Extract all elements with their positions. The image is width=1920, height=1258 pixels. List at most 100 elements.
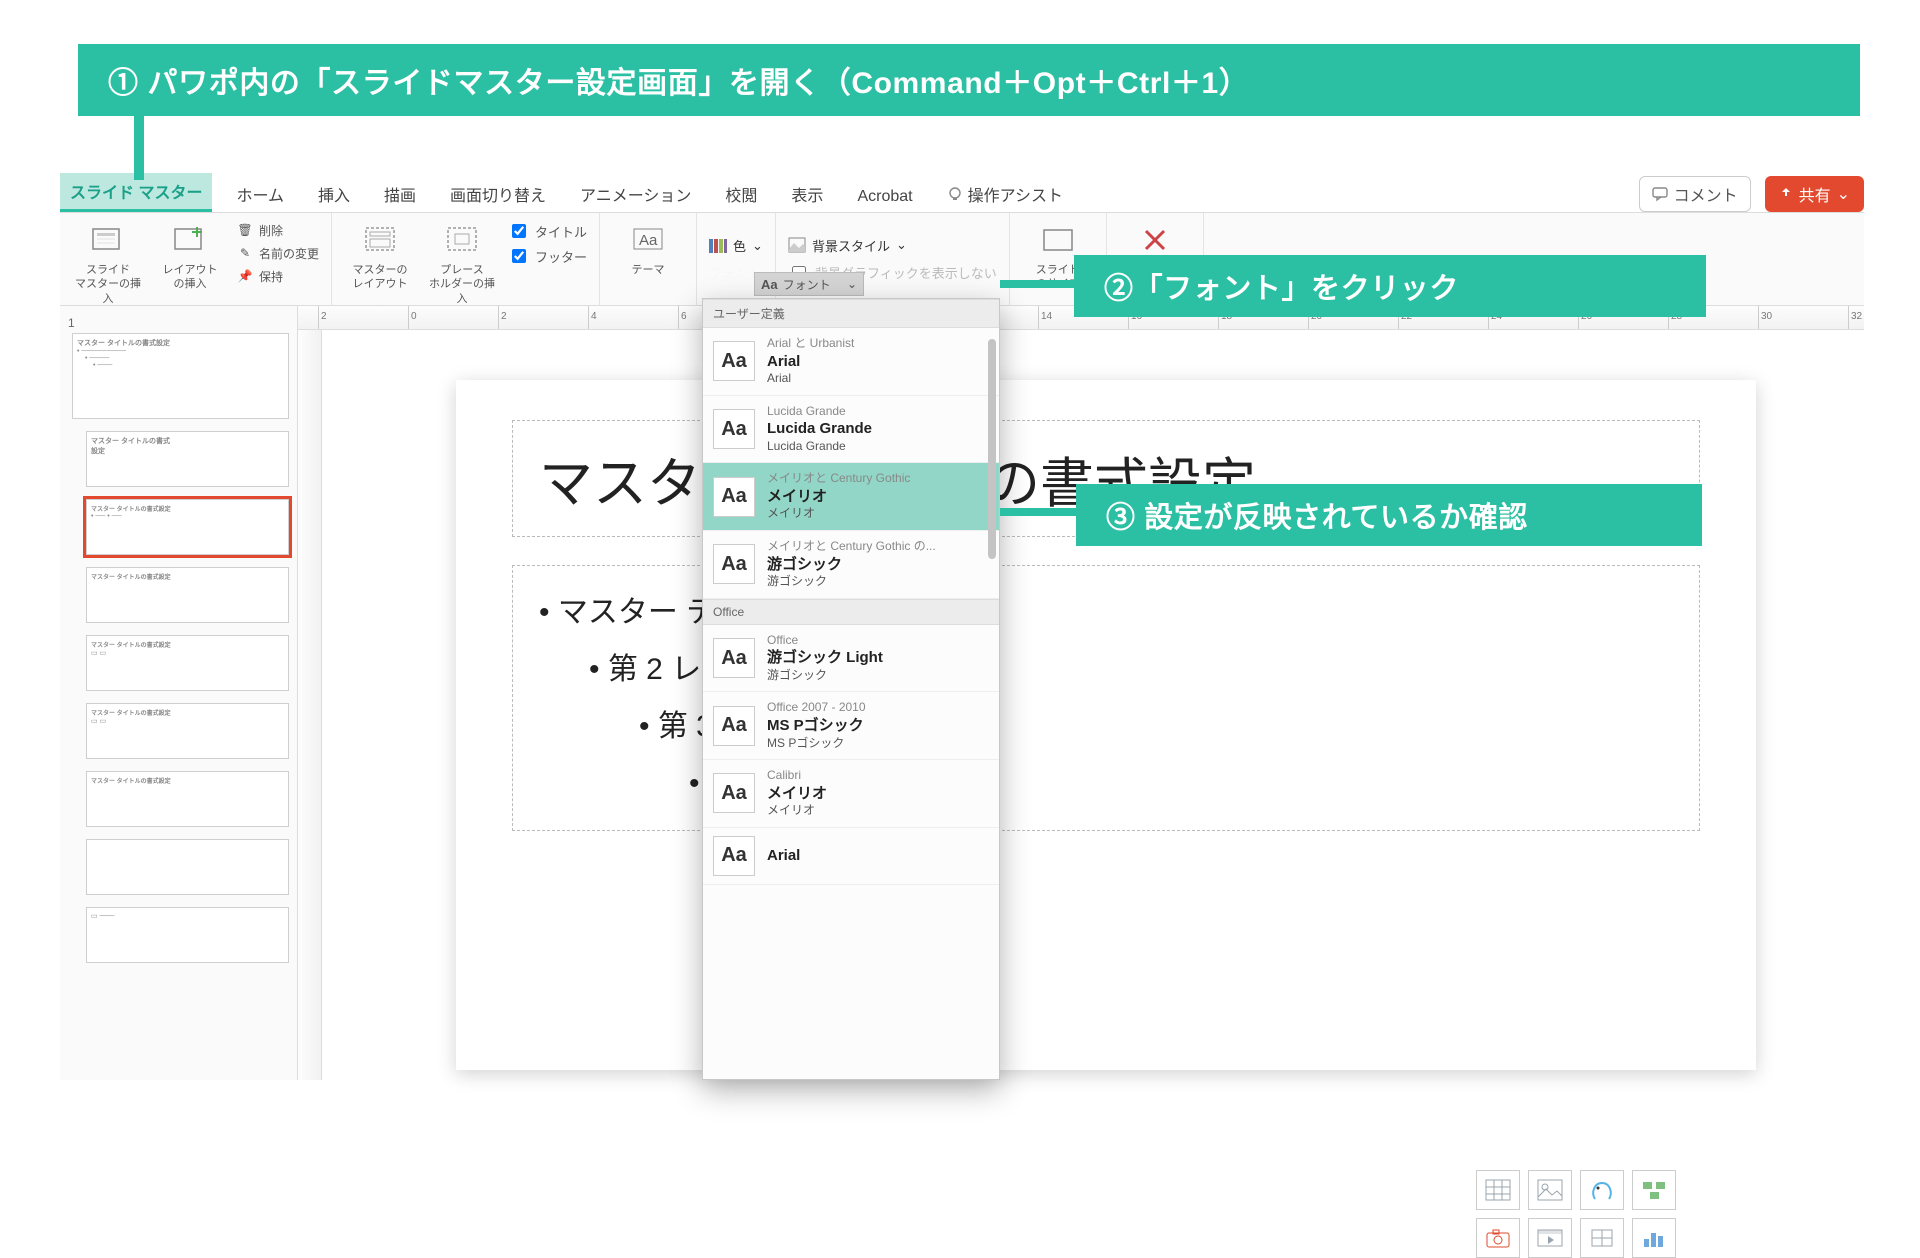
font-option-caption: メイリオと Century Gothic	[767, 471, 910, 487]
comments-button[interactable]: コメント	[1639, 176, 1751, 212]
master-layout-button[interactable]: マスターの レイアウト	[344, 221, 416, 292]
ruler-mark: 30	[1761, 311, 1772, 322]
pin-icon: 📌	[236, 267, 254, 285]
layout-thumbnail-8[interactable]: ▭ ───	[86, 907, 289, 963]
callout-step-2: ②「フォント」をクリック	[1074, 255, 1706, 317]
font-section-user: ユーザー定義	[703, 299, 999, 328]
ruler-mark: 0	[411, 311, 417, 322]
master-thumbnail[interactable]: マスター タイトルの書式設定 • ─────────• ────• ───	[72, 333, 289, 419]
font-option-4[interactable]: AaOffice游ゴシック Light游ゴシック	[703, 625, 999, 693]
callout-stem-3	[1000, 508, 1078, 516]
tab-acrobat[interactable]: Acrobat	[847, 182, 922, 212]
insert-camera-icon[interactable]	[1476, 1218, 1520, 1258]
chevron-down-icon: ⌄	[847, 277, 857, 291]
fonts-aa-icon: Aa	[761, 277, 778, 292]
share-icon	[1779, 187, 1793, 201]
font-option-6[interactable]: AaCalibriメイリオメイリオ	[703, 760, 999, 828]
font-option-caption: Lucida Grande	[767, 404, 872, 420]
font-option-body: 游ゴシック	[767, 574, 936, 590]
font-option-2[interactable]: Aaメイリオと Century Gothicメイリオメイリオ	[703, 463, 999, 531]
font-option-caption: Arial と Urbanist	[767, 336, 854, 352]
font-option-caption: Office 2007 - 2010	[767, 700, 866, 716]
font-preview-icon: Aa	[713, 544, 755, 584]
colors-dropdown[interactable]: 色⌄	[709, 236, 763, 255]
tab-transition[interactable]: 画面切り替え	[440, 176, 556, 212]
font-option-heading: Arial	[767, 846, 800, 866]
font-option-caption: Calibri	[767, 768, 827, 784]
delete-button[interactable]: 🗑削除	[236, 221, 319, 239]
font-option-body: 游ゴシック	[767, 668, 883, 684]
tab-tell-me[interactable]: 操作アシスト	[937, 176, 1073, 212]
ruler-mark: 32	[1851, 311, 1862, 322]
title-checkbox[interactable]: タイトル	[508, 221, 587, 241]
slide-canvas[interactable]: マスター タイトルの書式設定 • マスター テキストの書式設定 • 第 2 レベ…	[326, 346, 1848, 1068]
content-placeholder[interactable]: • マスター テキストの書式設定 • 第 2 レベル • 第 3 レベル • 第…	[512, 565, 1700, 831]
chevron-down-icon: ⌄	[752, 238, 763, 254]
font-option-body: メイリオ	[767, 803, 827, 819]
insert-3d-icon[interactable]	[1580, 1218, 1624, 1258]
font-option-heading: 游ゴシック	[767, 555, 936, 575]
layout-thumbnail-4[interactable]: マスター タイトルの書式設定▭ ▭	[86, 635, 289, 691]
tab-review[interactable]: 校閲	[715, 176, 767, 212]
insert-table-icon[interactable]	[1476, 1170, 1520, 1210]
layout-thumbnail-7[interactable]	[86, 839, 289, 895]
tab-insert[interactable]: 挿入	[308, 176, 360, 212]
font-option-body: MS Pゴシック	[767, 736, 866, 752]
font-preview-icon: Aa	[713, 773, 755, 813]
colors-icon	[709, 239, 727, 253]
font-option-1[interactable]: AaLucida GrandeLucida GrandeLucida Grand…	[703, 396, 999, 464]
font-option-3[interactable]: Aaメイリオと Century Gothic の...游ゴシック游ゴシック	[703, 531, 999, 599]
layout-thumbnail-1[interactable]: マスター タイトルの書式 設定	[86, 431, 289, 487]
footer-checkbox[interactable]: フッター	[508, 246, 587, 266]
thumbnail-panel[interactable]: 1 マスター タイトルの書式設定 • ─────────• ────• ─── …	[60, 306, 298, 1080]
font-section-office: Office	[703, 599, 999, 625]
layout-thumbnail-5[interactable]: マスター タイトルの書式設定▭ ▭	[86, 703, 289, 759]
background-style-dropdown[interactable]: 背景スタイル⌄	[788, 236, 907, 255]
share-button[interactable]: 共有 ⌄	[1765, 176, 1864, 212]
callout-stem-1	[134, 116, 144, 180]
rename-button[interactable]: ✎名前の変更	[236, 244, 319, 262]
fonts-dropdown-trigger[interactable]: Aa フォント ⌄	[754, 272, 864, 296]
font-option-body: メイリオ	[767, 506, 910, 522]
font-option-heading: メイリオ	[767, 487, 910, 507]
ruler-mark: 14	[1041, 311, 1052, 322]
font-option-heading: 游ゴシック Light	[767, 648, 883, 668]
callout-step-1: ① パワポ内の「スライドマスター設定画面」を開く（Command＋Opt＋Ctr…	[78, 44, 1860, 116]
font-preview-icon: Aa	[713, 409, 755, 449]
comment-icon	[1652, 186, 1668, 202]
font-option-heading: メイリオ	[767, 784, 827, 804]
insert-placeholder-button[interactable]: プレース ホルダーの挿入	[426, 221, 498, 306]
font-option-0[interactable]: AaArial と UrbanistArialArial	[703, 328, 999, 396]
tab-home[interactable]: ホーム	[226, 176, 294, 212]
insert-icon-icon[interactable]	[1580, 1170, 1624, 1210]
tab-draw[interactable]: 描画	[374, 176, 426, 212]
thumbnail-index: 1	[68, 316, 289, 330]
callout-stem-2	[1000, 280, 1076, 288]
rename-icon: ✎	[236, 244, 254, 262]
theme-button[interactable]: Aa テーマ	[612, 221, 684, 277]
insert-smartart-icon[interactable]	[1632, 1170, 1676, 1210]
insert-chart-icon[interactable]	[1632, 1218, 1676, 1258]
layout-thumbnail-6[interactable]: マスター タイトルの書式設定	[86, 771, 289, 827]
font-option-heading: MS Pゴシック	[767, 716, 866, 736]
font-option-7[interactable]: AaArial	[703, 828, 999, 885]
lightbulb-icon	[947, 186, 963, 202]
insert-slide-master-button[interactable]: スライド マスターの挿入	[72, 221, 144, 306]
font-option-5[interactable]: AaOffice 2007 - 2010MS PゴシックMS Pゴシック	[703, 692, 999, 760]
chevron-down-icon: ⌄	[1837, 184, 1850, 204]
chevron-down-icon: ⌄	[896, 237, 907, 253]
font-option-heading: Lucida Grande	[767, 419, 872, 439]
font-option-caption: メイリオと Century Gothic の...	[767, 539, 936, 555]
insert-picture-icon[interactable]	[1528, 1170, 1572, 1210]
preserve-button[interactable]: 📌保持	[236, 267, 319, 285]
font-dropdown-panel[interactable]: ユーザー定義 AaArial と UrbanistArialArial Aa Luc…	[702, 298, 1000, 1080]
svg-text:Aa: Aa	[639, 232, 658, 249]
font-panel-scrollbar[interactable]	[988, 339, 996, 559]
tab-view[interactable]: 表示	[781, 176, 833, 212]
layout-thumbnail-2[interactable]: マスター タイトルの書式設定• ── • ──	[86, 499, 289, 555]
layout-thumbnail-3[interactable]: マスター タイトルの書式設定	[86, 567, 289, 623]
insert-layout-button[interactable]: レイアウト の挿入	[154, 221, 226, 292]
tab-animation[interactable]: アニメーション	[570, 176, 701, 212]
ruler-mark: 2	[321, 311, 327, 322]
insert-video-icon[interactable]	[1528, 1218, 1572, 1258]
